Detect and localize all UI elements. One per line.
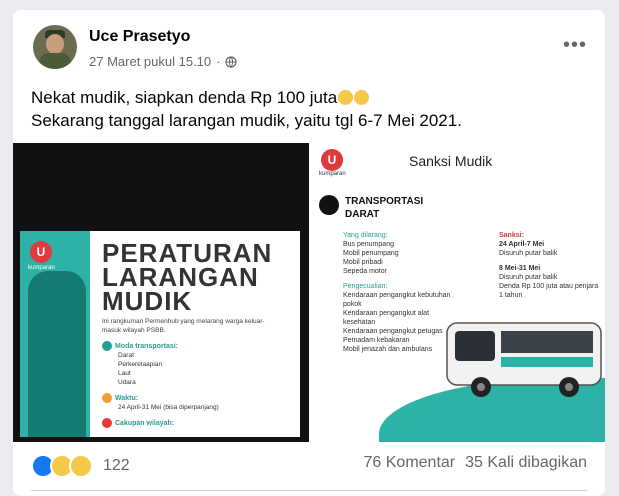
clock-icon [102,393,112,403]
sanksi-item: Disuruh putar balik [499,274,558,281]
post-line-2: Sekarang tanggal larangan mudik, yaitu t… [31,111,462,130]
author-name[interactable]: Uce Prasetyo [89,28,190,46]
sanksi-column: Sanksi: 24 April-7 Mei Disuruh putar bal… [499,231,599,300]
dilarang-heading: Yang dilarang: [343,232,388,239]
poster-subtitle: Ini rangkuman Permenhub yang melarang wa… [102,318,265,334]
moda-item: Laut [118,370,131,377]
dilarang-item: Mobil penumpang [343,250,399,257]
photo-right[interactable]: U kumparan Sanksi Mudik TRANSPORTASI DAR… [309,143,605,442]
location-icon [102,418,112,428]
pengecualian-heading: Pengecualian: [343,283,388,290]
kumparan-logo-text: kumparan [28,265,55,271]
rules-column: Yang dilarang: Bus penumpang Mobil penum… [343,231,453,354]
waktu-heading: Waktu: [115,394,139,402]
dilarang-item: Mobil pribadi [343,259,383,266]
comments-count[interactable]: 76 Komentar [364,454,456,472]
transport-title: TRANSPORTASI DARAT [345,196,424,220]
sanksi-period: 8 Mei-31 Mei [499,265,541,272]
sanksi-item: Disuruh putar balik [499,250,558,257]
more-options-icon[interactable]: ••• [563,35,587,55]
avatar[interactable] [33,25,77,69]
wow-icon [69,454,93,478]
post-line-1: Nekat mudik, siapkan denda Rp 100 juta [31,88,338,107]
post-text: Nekat mudik, siapkan denda Rp 100 juta S… [31,86,462,132]
reactions-summary[interactable]: 122 [31,454,130,478]
pengecualian-item: Pemadam kebakaran [343,337,410,344]
pengecualian-item: Kendaraan pengangkut alat kesehatan [343,310,430,326]
moda-heading: Moda transportasi: [115,342,179,350]
moda-item: Darat [118,352,134,359]
kumparan-logo: U [321,149,343,171]
sanksi-item: Denda Rp 100 juta atau penjara 1 tahun [499,283,599,299]
bus-icon [102,341,112,351]
crying-face-icon [338,90,354,105]
sanksi-period: 24 April-7 Mei [499,241,545,248]
poster-sanksi: U kumparan Sanksi Mudik TRANSPORTASI DAR… [309,143,605,442]
pengecualian-item: Kendaraan pengangkut petugas [343,328,443,335]
cakupan-heading: Cakupan wilayah: [115,419,175,427]
poster-title: PERATURAN LARANGAN MUDIK [102,238,273,316]
dilarang-item: Bus penumpang [343,241,394,248]
post-photos[interactable]: U kumparan PERATURAN LARANGAN MUDIK Ini … [13,143,605,442]
post-meta: 27 Maret pukul 15.10 · [89,54,238,69]
post-card: Uce Prasetyo 27 Maret pukul 15.10 · ••• … [13,10,605,496]
moda-item: Perkeretaapian [118,361,163,368]
poster-peraturan: U kumparan PERATURAN LARANGAN MUDIK Ini … [20,231,300,437]
bus-icon [319,195,339,215]
pengecualian-item: Kendaraan pengangkut kebutuhan pokok [343,292,451,308]
reaction-count[interactable]: 122 [103,457,130,475]
globe-icon [225,55,238,68]
sanksi-heading: Sanksi: [499,232,524,239]
kumparan-logo-text: kumparan [319,171,346,177]
dilarang-item: Sepeda motor [343,268,387,275]
divider [31,490,587,491]
person-image [28,271,86,437]
pengecualian-item: Mobil jenazah dan ambulans [343,346,433,353]
crying-face-icon [354,90,370,105]
shares-count[interactable]: 35 Kali dibagikan [465,454,587,472]
post-timestamp[interactable]: 27 Maret pukul 15.10 [89,54,211,69]
moda-item: Udara [118,379,136,386]
waktu-value: 24 April-31 Mei (bisa diperpanjang) [118,404,219,411]
kumparan-logo: U [30,241,52,263]
photo-left[interactable]: U kumparan PERATURAN LARANGAN MUDIK Ini … [13,143,305,442]
poster-header: Sanksi Mudik [409,153,493,169]
engagement-stats: 76 Komentar 35 Kali dibagikan [364,454,587,472]
bus-illustration [446,322,602,397]
